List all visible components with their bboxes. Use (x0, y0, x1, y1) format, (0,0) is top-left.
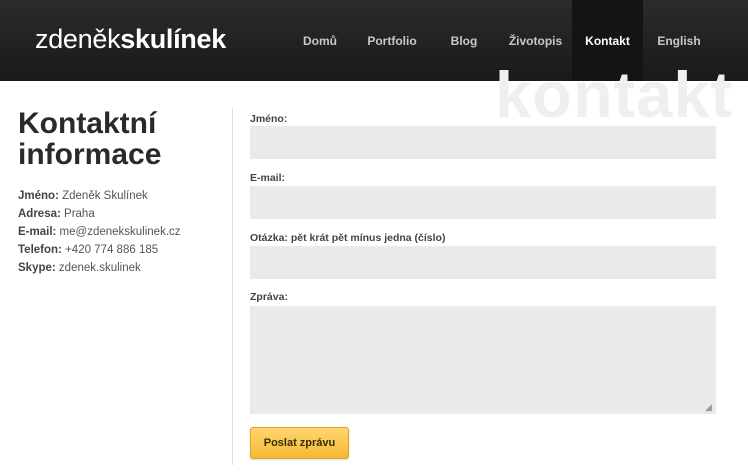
resize-grip-icon[interactable]: ◢ (705, 403, 712, 412)
contact-value: zdenek.skulinek (58, 262, 141, 274)
nav-item-blog[interactable]: Blog (440, 0, 488, 81)
contact-row-address: Adresa: Praha (18, 205, 218, 223)
page-watermark: kontakt (495, 62, 734, 127)
email-field-label: E-mail: (250, 172, 286, 184)
contact-value: Zdeněk Skulínek (62, 190, 148, 202)
contact-label: E-mail: (18, 226, 57, 238)
email-field[interactable] (250, 186, 716, 219)
message-textarea[interactable] (250, 306, 716, 414)
question-field-label: Otázka: pět krát pět mínus jedna (číslo) (250, 232, 446, 244)
contact-label: Telefon: (18, 244, 62, 256)
site-logo[interactable]: zdeněkskulínek (35, 24, 226, 55)
contact-email-value[interactable]: me@zdenekskulinek.cz (60, 226, 181, 238)
send-message-button[interactable]: Poslat zprávu (250, 427, 349, 459)
name-field-label: Jméno: (250, 113, 288, 125)
column-divider (232, 108, 233, 465)
nav-item-domu[interactable]: Domů (290, 0, 350, 81)
contact-value: Praha (64, 208, 95, 220)
contact-label: Adresa: (18, 208, 61, 220)
contact-label: Skype: (18, 262, 56, 274)
contact-info-section: Kontaktní informace Jméno: Zdeněk Skulín… (18, 108, 218, 277)
name-field[interactable] (250, 126, 716, 159)
contact-row-email: E-mail: me@zdenekskulinek.cz (18, 223, 218, 241)
logo-last-name: skulínek (120, 24, 226, 54)
contact-row-skype: Skype: zdenek.skulinek (18, 259, 218, 277)
contact-title: Kontaktní informace (18, 108, 218, 170)
nav-item-portfolio[interactable]: Portfolio (358, 0, 426, 81)
contact-value: +420 774 886 185 (65, 244, 159, 256)
contact-title-line2: informace (18, 138, 162, 171)
contact-title-line1: Kontaktní (18, 107, 157, 140)
contact-info-list: Jméno: Zdeněk Skulínek Adresa: Praha E-m… (18, 187, 218, 277)
contact-row-name: Jméno: Zdeněk Skulínek (18, 187, 218, 205)
contact-row-phone: Telefon: +420 774 886 185 (18, 241, 218, 259)
question-field[interactable] (250, 246, 716, 279)
logo-first-name: zdeněk (35, 24, 121, 54)
message-field-label: Zpráva: (250, 291, 288, 303)
contact-label: Jméno: (18, 190, 59, 202)
